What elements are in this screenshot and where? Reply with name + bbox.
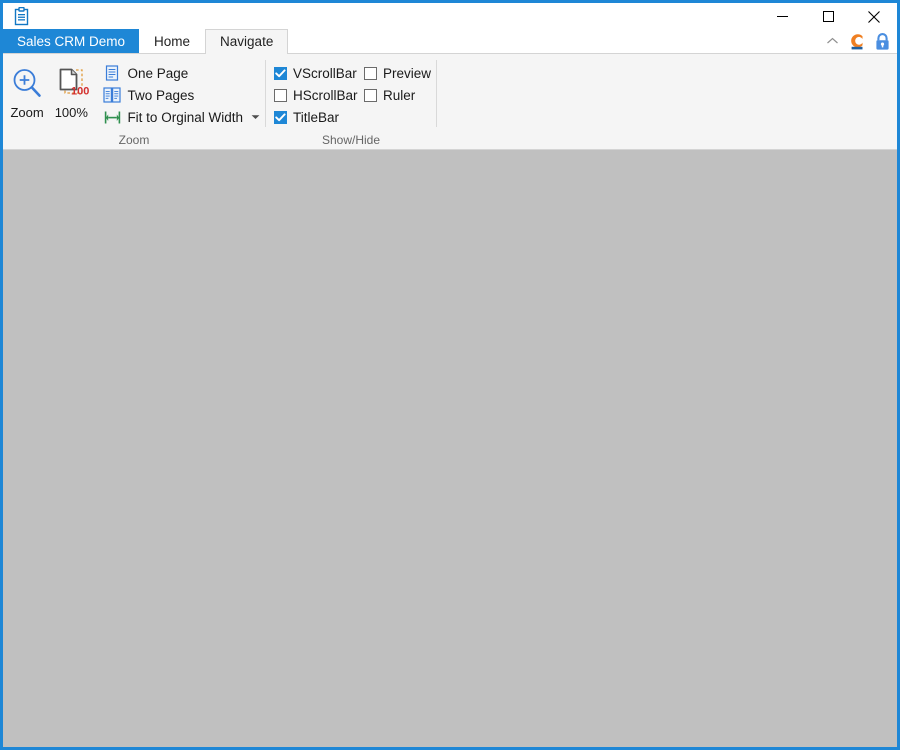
tab-label: Home [154, 34, 191, 49]
lock-icon[interactable] [874, 32, 891, 51]
title-bar [3, 0, 897, 30]
clipboard-icon [6, 3, 36, 30]
close-button[interactable] [851, 3, 897, 30]
svg-text:100: 100 [71, 86, 89, 98]
application-window: Sales CRM Demo Home Navigate Zoom 100 10… [0, 0, 900, 750]
ribbon-group-body: Zoom 100 100% One Page Two Pages Fit to … [3, 54, 265, 131]
checkbox-box[interactable] [274, 110, 287, 124]
one-page-label: One Page [127, 65, 189, 81]
ribbon-group-show-hide-label: Show/Hide [321, 133, 381, 147]
chevron-down-icon[interactable] [251, 114, 260, 120]
tab-home[interactable]: Home [139, 29, 206, 53]
two-pages-button[interactable]: Two Pages [98, 84, 265, 106]
tab-navigate[interactable]: Navigate [205, 29, 289, 54]
zoom-button[interactable]: Zoom [6, 59, 48, 120]
tab-label: Navigate [220, 34, 274, 49]
zoom-100-page-icon: 100 [52, 64, 90, 104]
zoom-100-button[interactable]: 100 100% [50, 59, 92, 120]
fit-width-icon [102, 108, 122, 126]
ribbon-tab-strip: Sales CRM Demo Home Navigate [3, 29, 897, 54]
checkbox-box[interactable] [274, 88, 287, 102]
window-controls [759, 3, 897, 30]
checkbox-label: HScrollBar [293, 87, 358, 103]
maximize-button[interactable] [805, 3, 851, 30]
checkbox-box[interactable] [364, 88, 377, 102]
show-hide-checkbox-grid: VScrollBar Preview HScrollBar Ruler Titl… [266, 59, 452, 128]
document-client-area[interactable] [3, 150, 897, 747]
checkbox-ruler[interactable]: Ruler [364, 84, 452, 106]
checkbox-titlebar[interactable]: TitleBar [274, 106, 364, 128]
tab-sales-crm-demo[interactable]: Sales CRM Demo [3, 29, 140, 53]
two-pages-icon [102, 86, 122, 104]
ribbon-group-body: VScrollBar Preview HScrollBar Ruler Titl… [266, 54, 436, 131]
chevron-up-icon[interactable] [826, 37, 839, 45]
zoom-in-magnifier-icon [10, 64, 44, 104]
minimize-button[interactable] [759, 3, 805, 30]
ribbon-group-zoom: Zoom 100 100% One Page Two Pages Fit to … [3, 54, 265, 149]
ribbon: Zoom 100 100% One Page Two Pages Fit to … [3, 54, 897, 150]
fit-to-original-width-button[interactable]: Fit to Orginal Width [98, 106, 265, 128]
ribbon-group-zoom-label: Zoom [118, 133, 150, 147]
checkbox-label: Ruler [383, 87, 416, 103]
zoom-100-button-label: 100% [54, 105, 88, 120]
checkbox-label: Preview [383, 65, 432, 81]
checkbox-label: VScrollBar [293, 65, 357, 81]
checkbox-label: TitleBar [293, 109, 340, 125]
brand-logo-icon[interactable] [847, 32, 866, 51]
zoom-button-label: Zoom [10, 105, 44, 120]
one-page-icon [102, 64, 122, 82]
checkbox-box[interactable] [364, 66, 377, 80]
checkbox-vscrollbar[interactable]: VScrollBar [274, 62, 364, 84]
tab-label: Sales CRM Demo [17, 34, 126, 49]
fit-to-original-width-label: Fit to Orginal Width [127, 109, 243, 125]
one-page-button[interactable]: One Page [98, 62, 265, 84]
checkbox-hscrollbar[interactable]: HScrollBar [274, 84, 364, 106]
checkbox-preview[interactable]: Preview [364, 62, 452, 84]
ribbon-group-show-hide: VScrollBar Preview HScrollBar Ruler Titl… [266, 54, 436, 149]
zoom-small-buttons: One Page Two Pages Fit to Orginal Width [98, 59, 265, 128]
ribbon-right-icons [826, 30, 891, 52]
checkbox-box[interactable] [274, 66, 287, 80]
two-pages-label: Two Pages [127, 87, 195, 103]
